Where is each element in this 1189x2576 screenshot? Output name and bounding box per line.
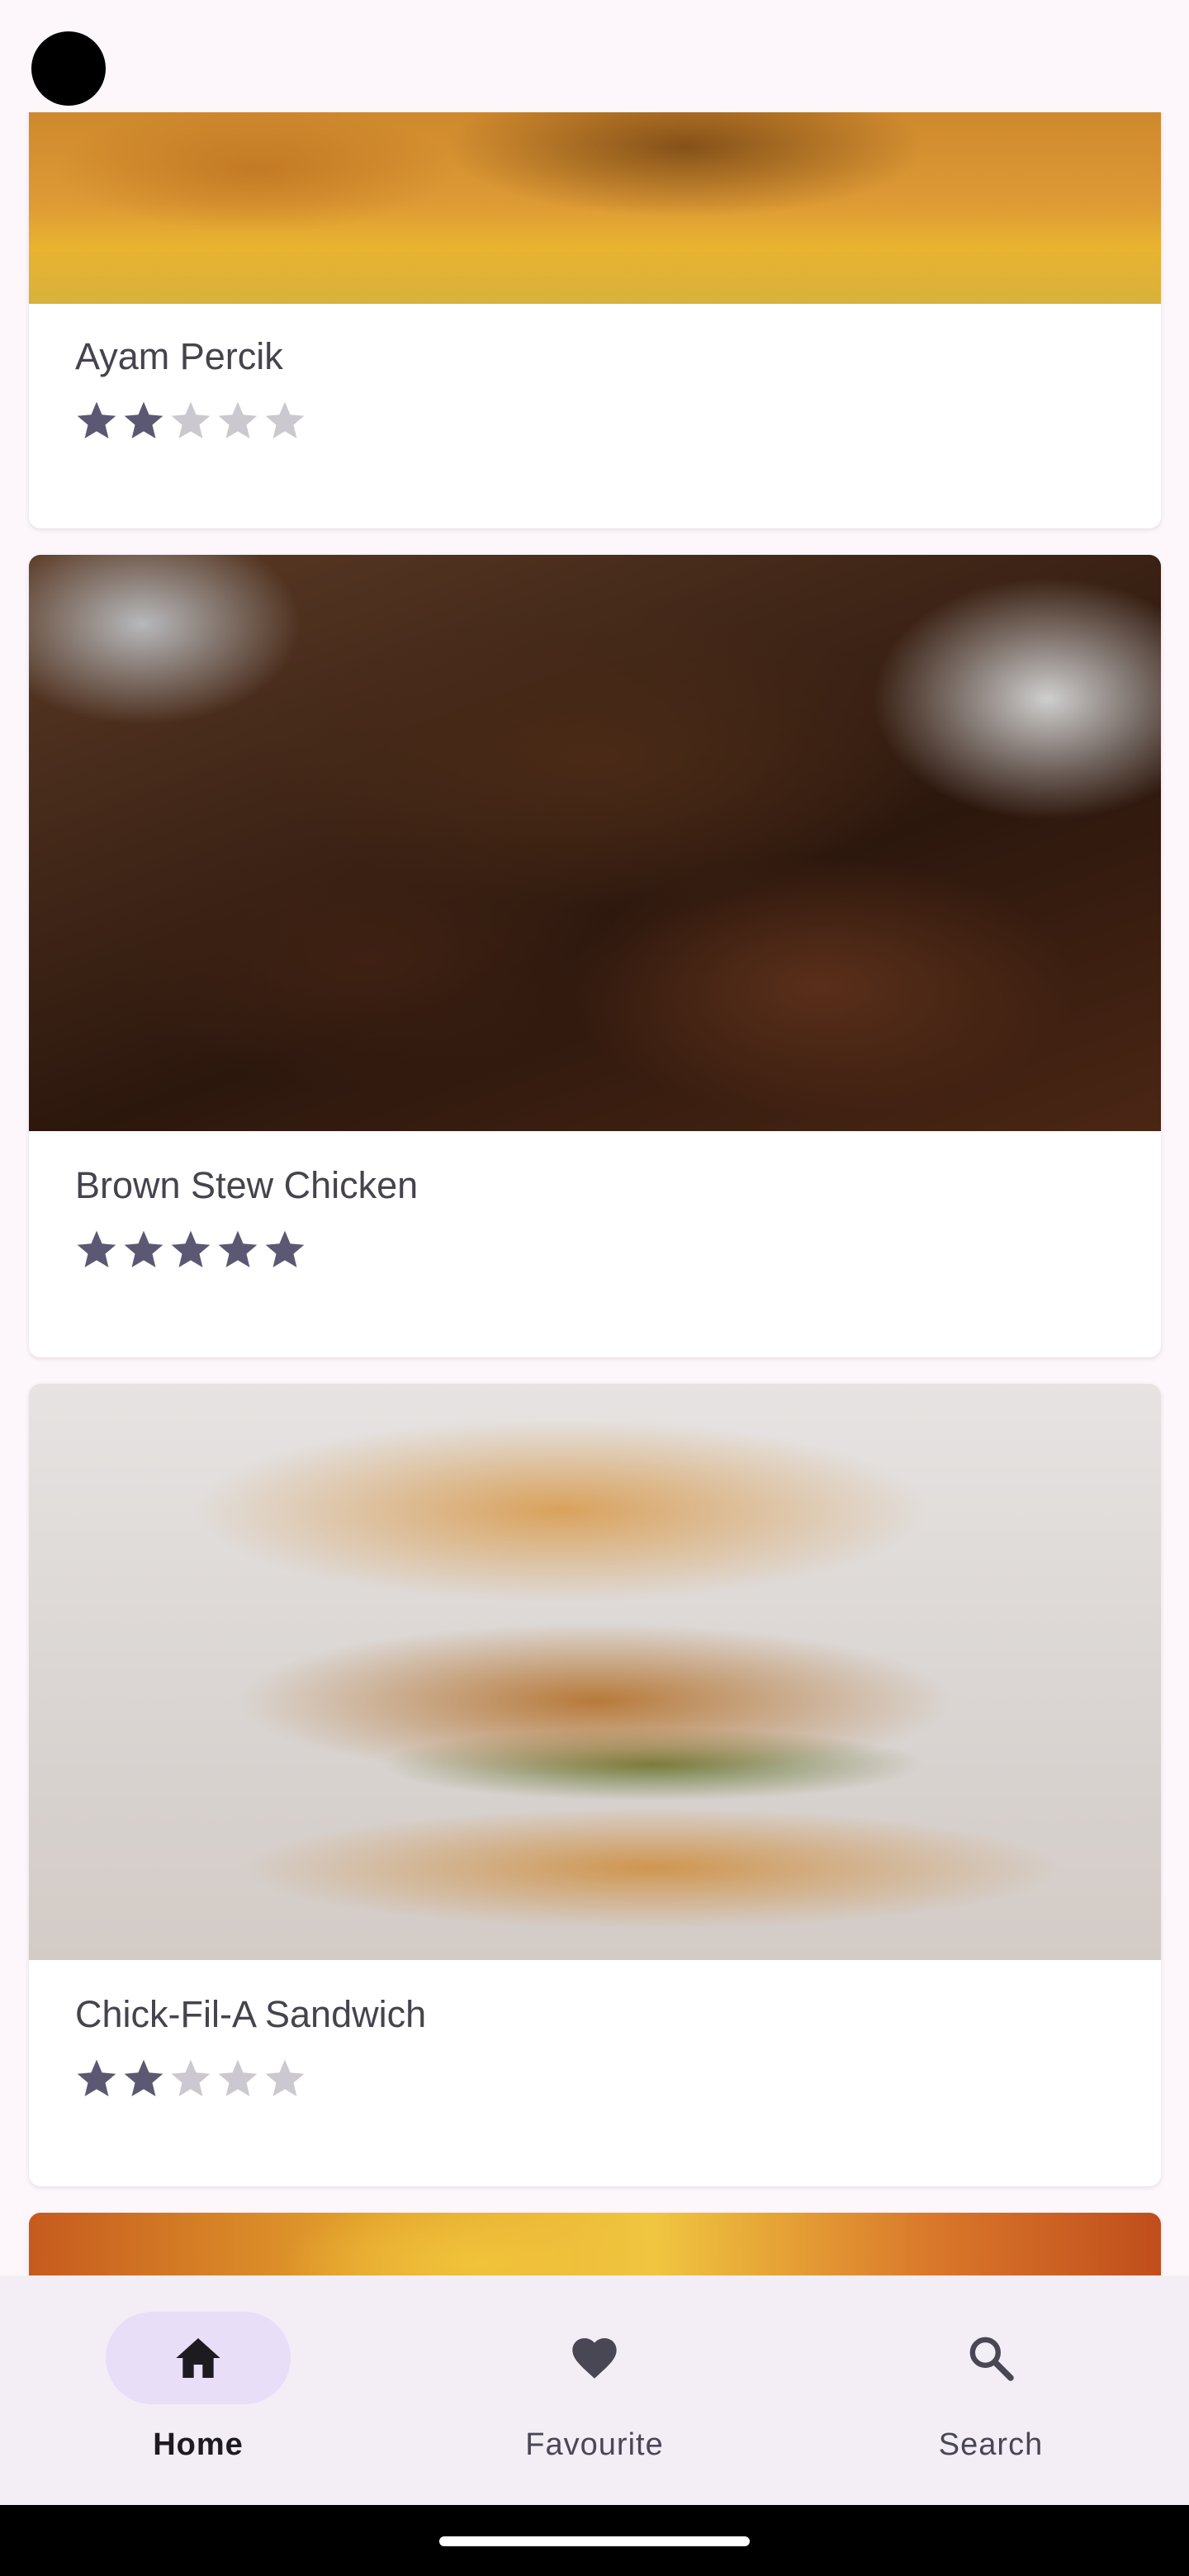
recipe-image	[29, 555, 1161, 1131]
star-empty-icon	[215, 2056, 261, 2102]
star-filled-icon	[262, 1227, 308, 1273]
nav-label: Favourite	[525, 2427, 664, 2462]
nav-item-search[interactable]: Search	[793, 2275, 1189, 2505]
star-empty-icon	[262, 2056, 308, 2102]
star-filled-icon	[73, 398, 120, 444]
star-empty-icon	[215, 398, 261, 444]
nav-item-home[interactable]: Home	[0, 2275, 396, 2505]
rating-stars	[73, 2056, 308, 2102]
recipe-card-chick-fil-a-sandwich[interactable]: Chick-Fil-A Sandwich	[29, 1384, 1161, 2186]
star-filled-icon	[121, 1227, 167, 1273]
recipe-title: Chick-Fil-A Sandwich	[75, 1993, 427, 2035]
recipe-title: Ayam Percik	[75, 335, 283, 377]
home-gesture-handle[interactable]	[439, 2536, 750, 2546]
star-empty-icon	[168, 398, 214, 444]
star-filled-icon	[215, 1227, 261, 1273]
rating-stars	[73, 1227, 308, 1273]
home-icon	[172, 2332, 225, 2384]
nav-label: Search	[938, 2427, 1044, 2462]
star-filled-icon	[73, 2056, 120, 2102]
camera-cutout	[31, 31, 106, 106]
recipe-image	[29, 112, 1161, 304]
star-filled-icon	[121, 398, 167, 444]
nav-item-favourite[interactable]: Favourite	[396, 2275, 793, 2505]
star-filled-icon	[168, 1227, 214, 1273]
recipe-feed[interactable]: Ayam Percik Brown Stew Chicken Chick-Fil…	[0, 112, 1189, 2275]
status-bar	[0, 0, 1189, 112]
recipe-card-brown-stew-chicken[interactable]: Brown Stew Chicken	[29, 555, 1161, 1357]
star-empty-icon	[168, 2056, 214, 2102]
star-empty-icon	[262, 398, 308, 444]
recipe-image	[29, 1384, 1161, 1960]
recipe-card-ayam-percik[interactable]: Ayam Percik	[29, 112, 1161, 528]
rating-stars	[73, 398, 308, 444]
recipe-card-next[interactable]	[29, 2213, 1161, 2275]
star-filled-icon	[121, 2056, 167, 2102]
recipe-image	[29, 2213, 1161, 2275]
recipe-title: Brown Stew Chicken	[75, 1164, 419, 1206]
bottom-navigation: Home Favourite Search	[0, 2275, 1189, 2505]
heart-icon	[568, 2332, 621, 2384]
nav-label: Home	[153, 2427, 244, 2462]
search-icon	[964, 2332, 1017, 2384]
star-filled-icon	[73, 1227, 120, 1273]
system-gesture-bar	[0, 2505, 1189, 2576]
